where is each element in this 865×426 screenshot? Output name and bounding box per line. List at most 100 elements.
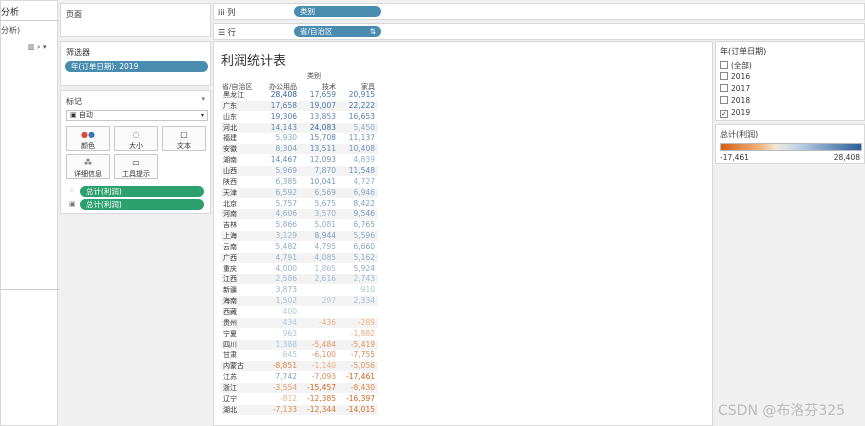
profit-cell[interactable]: 6,765	[339, 220, 375, 230]
profit-cell[interactable]: -8,851	[261, 361, 297, 371]
province-label[interactable]: 甘肃	[223, 350, 237, 360]
profit-cell[interactable]: 4,606	[261, 209, 297, 219]
province-label[interactable]: 西藏	[223, 307, 237, 317]
province-label[interactable]: 吉林	[223, 220, 237, 230]
profit-cell[interactable]: 5,969	[261, 166, 297, 176]
province-label[interactable]: 海南	[223, 296, 237, 306]
rows-pill-province[interactable]: 省/自治区 ⇅	[294, 26, 381, 37]
province-label[interactable]: 河南	[223, 209, 237, 219]
province-label[interactable]: 陕西	[223, 177, 237, 187]
profit-cell[interactable]: 6,592	[261, 188, 297, 198]
profit-cell[interactable]: 5,757	[261, 199, 297, 209]
profit-cell[interactable]: 10,408	[339, 144, 375, 154]
profit-cell[interactable]: -3,554	[261, 383, 297, 393]
profit-cell[interactable]: 963	[261, 329, 297, 339]
province-label[interactable]: 黑龙江	[223, 90, 244, 100]
marks-size-button[interactable]: ◌ 大小	[114, 126, 158, 151]
profit-cell[interactable]: 5,866	[261, 220, 297, 230]
province-label[interactable]: 云南	[223, 242, 237, 252]
year-option-2017[interactable]: 2017	[720, 84, 750, 93]
profit-cell[interactable]: 13,511	[300, 144, 336, 154]
province-label[interactable]: 辽宁	[223, 394, 237, 404]
year-option-all[interactable]: (全部)	[720, 60, 752, 71]
columns-shelf[interactable]: iii 列 类别	[213, 3, 865, 20]
profit-cell[interactable]: 1,502	[261, 296, 297, 306]
pages-card[interactable]: 页面	[60, 3, 211, 37]
province-label[interactable]: 湖南	[223, 155, 237, 165]
profit-cell[interactable]: 4,791	[261, 253, 297, 263]
province-label[interactable]: 新疆	[223, 285, 237, 295]
profit-cell[interactable]: 2,586	[261, 274, 297, 284]
profit-cell[interactable]: 28,408	[261, 90, 297, 100]
profit-cell[interactable]: 910	[339, 285, 375, 295]
analysis-tools-icon[interactable]: ▥ ⌕ ▾	[28, 43, 47, 52]
province-label[interactable]: 河北	[223, 123, 237, 133]
province-label[interactable]: 山东	[223, 112, 237, 122]
province-label[interactable]: 内蒙古	[223, 361, 244, 371]
profit-cell[interactable]: 7,742	[261, 372, 297, 382]
profit-cell[interactable]: -8,430	[339, 383, 375, 393]
profit-cell[interactable]: 14,467	[261, 155, 297, 165]
profit-cell[interactable]: 5,596	[339, 231, 375, 241]
profit-cell[interactable]: 4,727	[339, 177, 375, 187]
province-label[interactable]: 江苏	[223, 372, 237, 382]
profit-cell[interactable]: 17,658	[261, 101, 297, 111]
province-label[interactable]: 重庆	[223, 264, 237, 274]
profit-cell[interactable]: 9,546	[339, 209, 375, 219]
profit-cell[interactable]: 6,385	[261, 177, 297, 187]
profit-cell[interactable]: -1,882	[339, 329, 375, 339]
profit-cell[interactable]: 5,162	[339, 253, 375, 263]
profit-cell[interactable]: 5,482	[261, 242, 297, 252]
profit-cell[interactable]: 8,422	[339, 199, 375, 209]
profit-cell[interactable]: 4,839	[339, 155, 375, 165]
profit-cell[interactable]: 5,450	[339, 123, 375, 133]
profit-cell[interactable]: 19,306	[261, 112, 297, 122]
profit-cell[interactable]: 1,865	[300, 264, 336, 274]
profit-cell[interactable]: -7,133	[261, 405, 297, 415]
profit-cell[interactable]: 2,616	[300, 274, 336, 284]
profit-cell[interactable]: 5,675	[300, 199, 336, 209]
profit-cell[interactable]: -15,457	[300, 383, 336, 393]
profit-cell[interactable]: 6,660	[339, 242, 375, 252]
profit-cell[interactable]: 2,743	[339, 274, 375, 284]
profit-cell[interactable]: 14,143	[261, 123, 297, 133]
profit-cell[interactable]: 4,085	[300, 253, 336, 263]
marks-color-button[interactable]: ●● 颜色	[66, 126, 110, 151]
province-label[interactable]: 安徽	[223, 144, 237, 154]
profit-cell[interactable]: 3,570	[300, 209, 336, 219]
profit-cell[interactable]: -5,056	[339, 361, 375, 371]
year-option-2018[interactable]: 2018	[720, 96, 750, 105]
profit-cell[interactable]: 1,388	[261, 340, 297, 350]
profit-cell[interactable]: 24,083	[300, 123, 336, 133]
province-label[interactable]: 广东	[223, 101, 237, 111]
profit-cell[interactable]: 400	[261, 307, 297, 317]
profit-cell[interactable]: 5,081	[300, 220, 336, 230]
year-option-2019[interactable]: ✓ 2019	[720, 108, 750, 118]
checkbox[interactable]	[720, 84, 728, 92]
profit-cell[interactable]: 11,137	[339, 133, 375, 143]
profit-cell[interactable]: 4,000	[261, 264, 297, 274]
profit-cell[interactable]: -12,385	[300, 394, 336, 404]
province-label[interactable]: 天津	[223, 188, 237, 198]
marks-collapse-icon[interactable]: ▾	[201, 95, 205, 103]
province-label[interactable]: 四川	[223, 340, 237, 350]
profit-cell[interactable]: -5,419	[339, 340, 375, 350]
province-label[interactable]: 宁夏	[223, 329, 237, 339]
profit-cell[interactable]: -289	[339, 318, 375, 328]
profit-cell[interactable]: -5,484	[300, 340, 336, 350]
profit-cell[interactable]: 5,930	[261, 133, 297, 143]
rows-shelf[interactable]: ☰ 行 省/自治区 ⇅	[213, 23, 865, 40]
checkbox-checked[interactable]: ✓	[720, 110, 728, 118]
profit-cell[interactable]: -17,461	[339, 372, 375, 382]
marks-text-button[interactable]: ▢ 文本	[162, 126, 206, 151]
checkbox[interactable]	[720, 72, 728, 80]
profit-cell[interactable]: 8,944	[300, 231, 336, 241]
analysis-tab[interactable]: 分析	[1, 5, 19, 18]
profit-cell[interactable]: -7,093	[300, 372, 336, 382]
profit-cell[interactable]: 16,653	[339, 112, 375, 122]
profit-cell[interactable]: 7,870	[300, 166, 336, 176]
profit-cell[interactable]: 5,924	[339, 264, 375, 274]
profit-cell[interactable]: -16,397	[339, 394, 375, 404]
province-label[interactable]: 广西	[223, 253, 237, 263]
marks-pill-text[interactable]: 总计(利润)	[80, 199, 204, 210]
